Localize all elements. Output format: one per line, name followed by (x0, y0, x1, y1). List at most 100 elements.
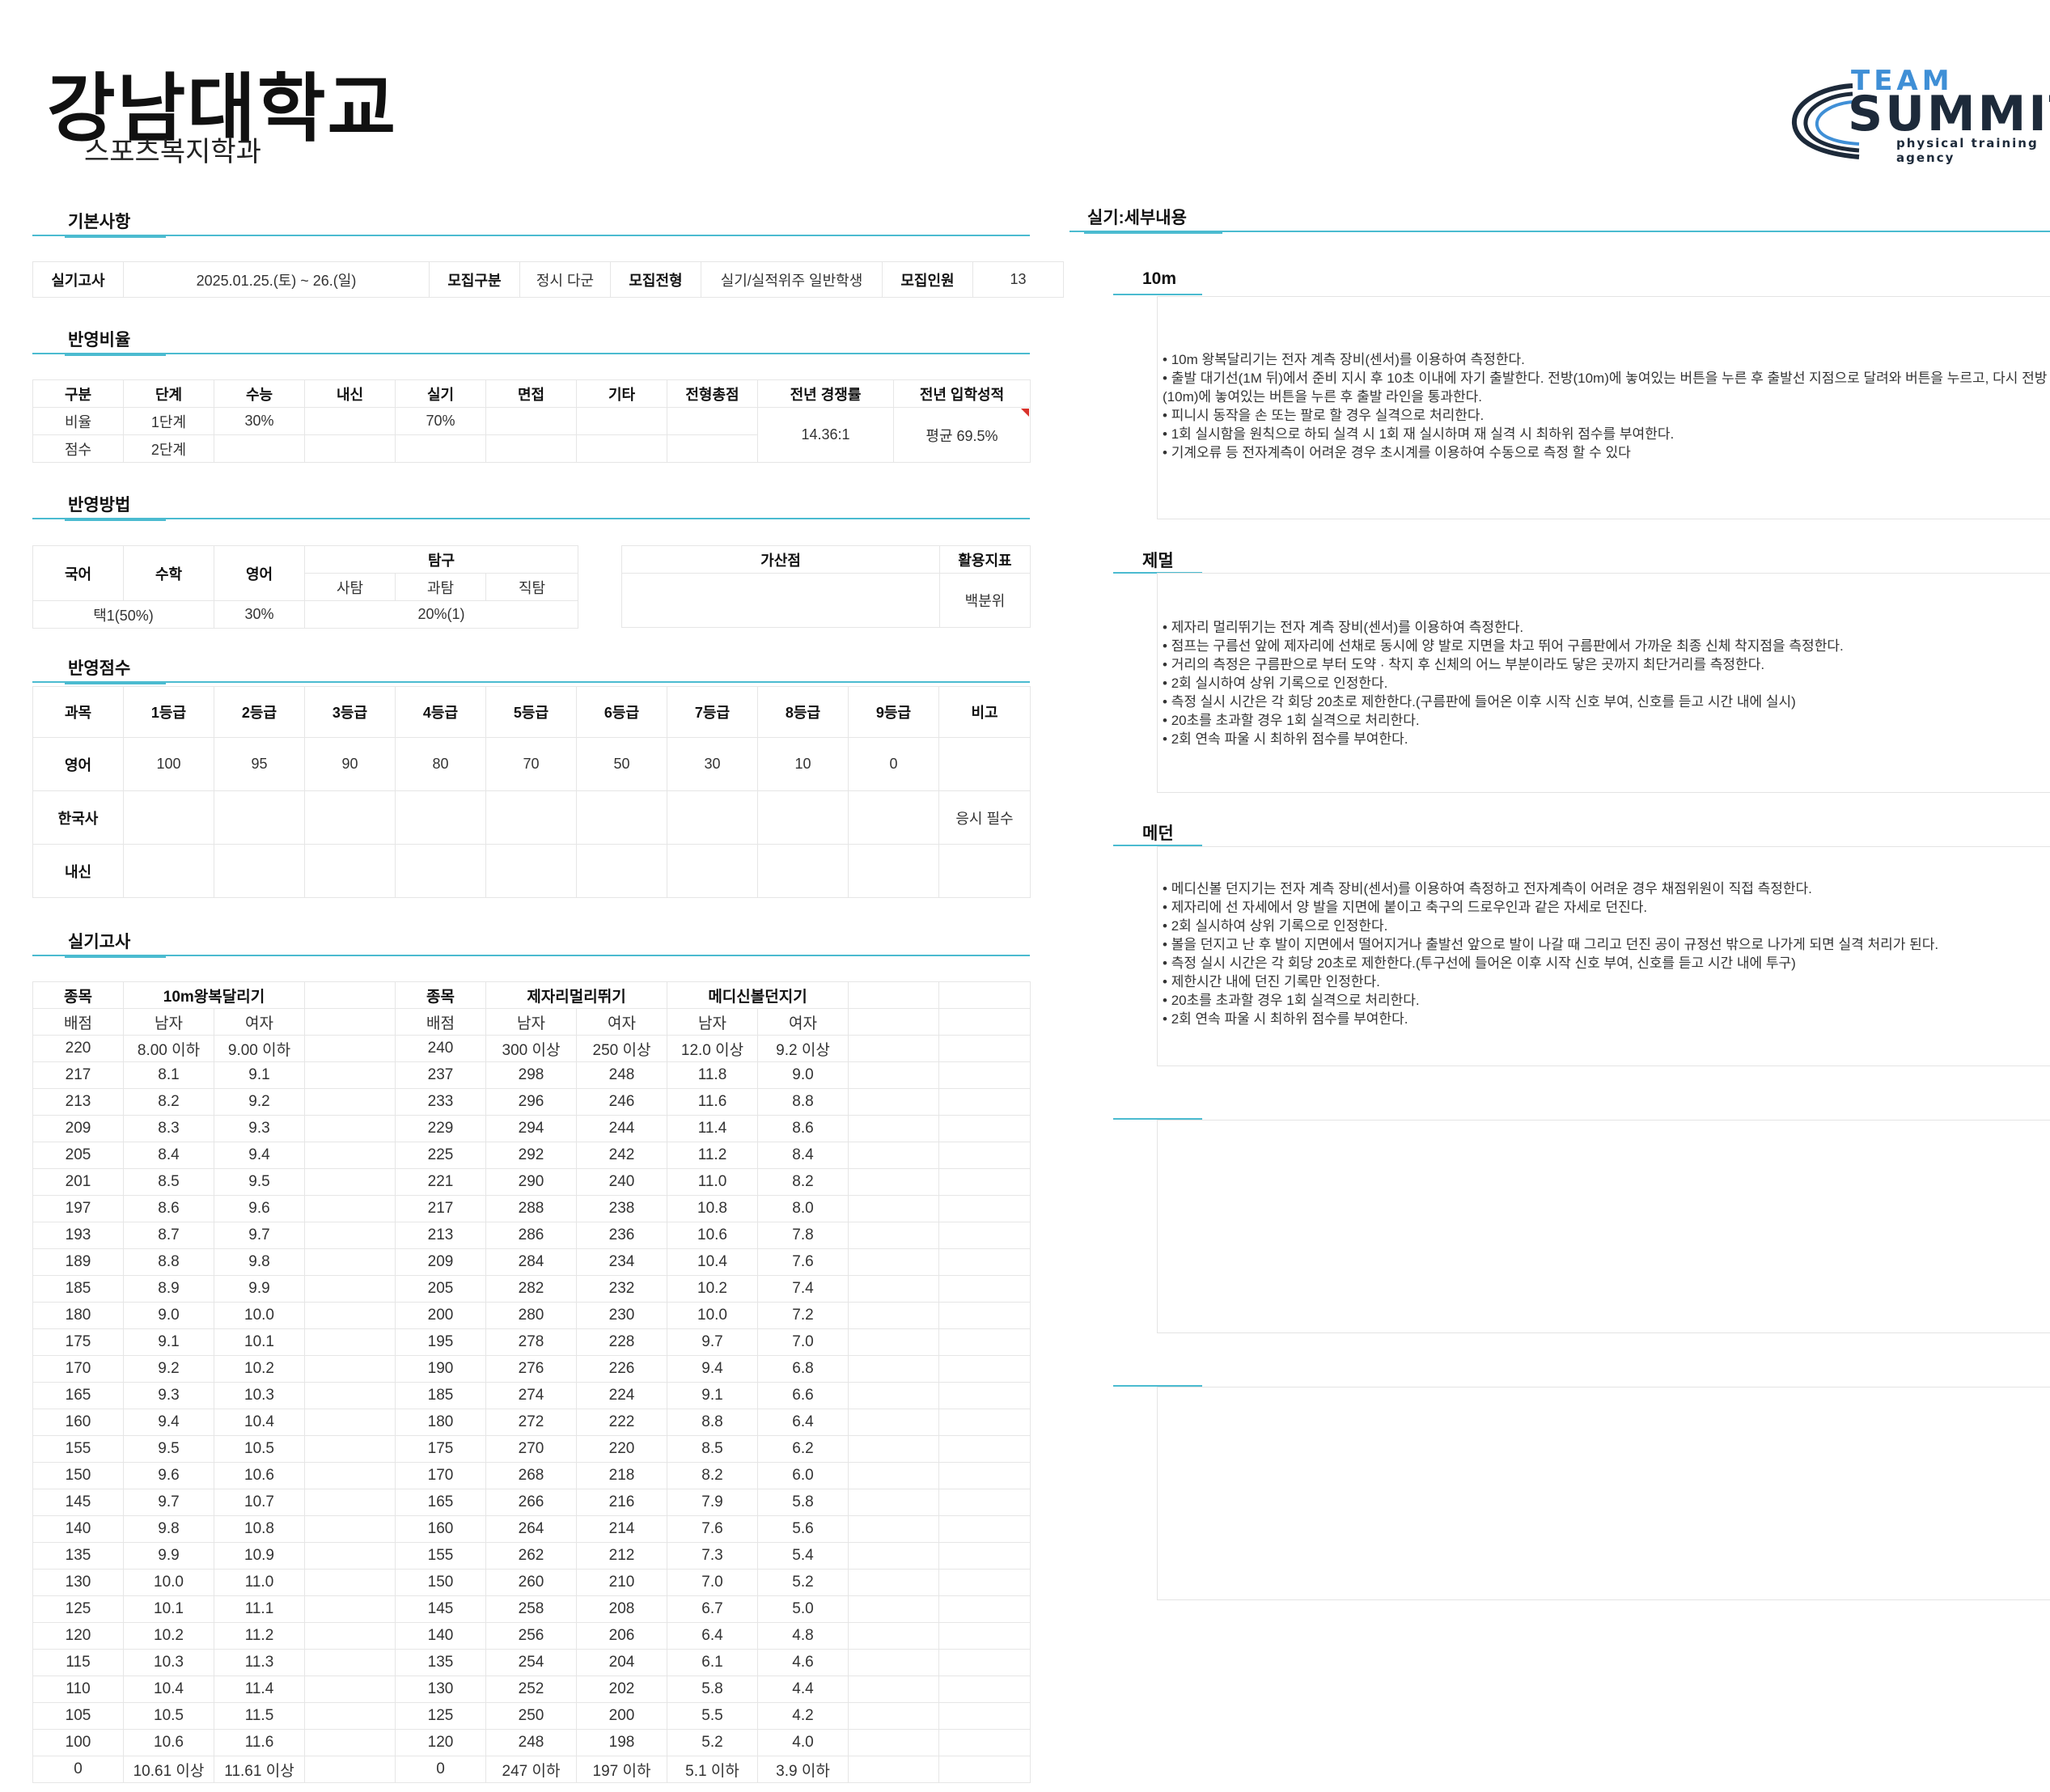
detail-10m-title: 10m (1142, 269, 1177, 288)
practical-cell: 9.1 (214, 1061, 305, 1089)
male-label: 남자 (485, 1008, 577, 1036)
practical-cell: 290 (485, 1168, 577, 1196)
empty-cell (848, 1142, 939, 1169)
practical-cell: 4.2 (757, 1702, 849, 1730)
empty-cell (938, 1302, 1031, 1329)
comment-marker-icon (1021, 409, 1029, 417)
practical-cell: 140 (395, 1622, 486, 1650)
practical-cell: 165 (395, 1489, 486, 1516)
bonus-label: 가산점 (621, 545, 940, 574)
practical-cell: 5.2 (667, 1729, 758, 1756)
practical-cell: 8.9 (123, 1275, 214, 1303)
practical-cell: 6.6 (757, 1382, 849, 1409)
empty-cell (938, 1756, 1031, 1783)
table-row: 140 9.8 10.8 160 264 214 7.6 5.6 (32, 1515, 1031, 1543)
practical-cell: 9.6 (214, 1195, 305, 1222)
section-method-title: 반영방법 (64, 492, 167, 521)
ratio-header: 실기 (395, 379, 486, 408)
grade-header: 4등급 (395, 686, 486, 738)
practical-cell: 252 (485, 1675, 577, 1703)
practical-cell: 8.6 (757, 1115, 849, 1142)
table-row: 155 9.5 10.5 175 270 220 8.5 6.2 (32, 1435, 1031, 1463)
empty-cell (938, 1168, 1031, 1196)
practical-cell: 160 (395, 1515, 486, 1543)
practical-cell: 256 (485, 1622, 577, 1650)
empty-cell (848, 1409, 939, 1436)
empty-cell (938, 981, 1031, 1009)
empty-cell (848, 1275, 939, 1303)
ratio-cell (485, 407, 577, 435)
empty-cell (938, 1008, 1031, 1036)
practical-cell: 10.6 (214, 1462, 305, 1489)
practical-cell: 155 (32, 1435, 124, 1463)
practical-cell: 7.2 (757, 1302, 849, 1329)
detail-line: 제자리에 선 자세에서 양 발을 지면에 붙이고 축구의 드로우인과 같은 자세… (1163, 898, 2050, 917)
section-method: 반영방법 (32, 492, 1030, 521)
practical-cell: 10.61 이상 (123, 1756, 214, 1783)
empty-cell (304, 1008, 396, 1036)
category-value: 정시 다군 (519, 261, 611, 298)
practical-cell: 145 (395, 1595, 486, 1623)
practical-cell: 6.0 (757, 1462, 849, 1489)
detail-line: 제자리 멀리뛰기는 전자 계측 장비(센서)를 이용하여 측정한다. (1163, 618, 2050, 637)
table-row: 130 10.0 11.0 150 260 210 7.0 5.2 (32, 1569, 1031, 1596)
event-label: 종목 (32, 981, 124, 1009)
grade-header: 5등급 (485, 686, 577, 738)
practical-cell: 4.8 (757, 1622, 849, 1650)
practical-cell: 5.8 (757, 1489, 849, 1516)
practical-cell: 248 (485, 1729, 577, 1756)
table-row: 193 8.7 9.7 213 286 236 10.6 7.8 (32, 1222, 1031, 1249)
practical-cell: 195 (395, 1328, 486, 1356)
practical-cell: 8.4 (757, 1142, 849, 1169)
practical-cell: 10.8 (667, 1195, 758, 1222)
practical-cell: 262 (485, 1542, 577, 1570)
practical-cell: 288 (485, 1195, 577, 1222)
practical-cell: 236 (576, 1222, 667, 1249)
practical-cell: 208 (576, 1595, 667, 1623)
empty-cell (304, 1195, 396, 1222)
section-detail-title: 실기:세부내용 (1084, 205, 1222, 234)
practical-cell: 296 (485, 1088, 577, 1116)
ratio-cell (667, 407, 758, 435)
ratio-cell: 2단계 (123, 434, 214, 463)
practical-cell: 185 (32, 1275, 124, 1303)
empty-cell (938, 1355, 1031, 1383)
table-row: 197 8.6 9.6 217 288 238 10.8 8.0 (32, 1195, 1031, 1222)
empty-cell (304, 1569, 396, 1596)
practical-cell: 225 (395, 1142, 486, 1169)
empty-cell (848, 1675, 939, 1703)
empty-cell (938, 1035, 1031, 1062)
type-value: 실기/실적위주 일반학생 (701, 261, 883, 298)
grade-header: 2등급 (214, 686, 305, 738)
ratio-cell (667, 434, 758, 463)
practical-cell: 8.1 (123, 1061, 214, 1089)
practical-cell: 7.8 (757, 1222, 849, 1249)
practical-cell: 11.6 (214, 1729, 305, 1756)
empty-cell (304, 1595, 396, 1623)
english-value: 30% (214, 600, 305, 629)
practical-cell: 9.5 (214, 1168, 305, 1196)
practical-cell: 7.0 (757, 1328, 849, 1356)
grade-cell: 0 (848, 737, 939, 791)
score-label: 배점 (32, 1008, 124, 1036)
category-label: 모집구분 (429, 261, 520, 298)
practical-cell: 170 (32, 1355, 124, 1383)
practical-cell: 300 이상 (485, 1035, 577, 1062)
practical-cell: 10.0 (214, 1302, 305, 1329)
empty-cell (304, 981, 396, 1009)
practical-cell: 10.2 (214, 1355, 305, 1383)
grade-cell: 응시 필수 (938, 790, 1031, 845)
practical-cell: 233 (395, 1088, 486, 1116)
section-ratio: 반영비율 (32, 327, 1030, 356)
event3-name: 메디신볼던지기 (667, 981, 849, 1009)
table-row: 205 8.4 9.4 225 292 242 11.2 8.4 (32, 1142, 1031, 1169)
practical-cell: 274 (485, 1382, 577, 1409)
practical-cell: 217 (32, 1061, 124, 1089)
practical-cell: 10.1 (214, 1328, 305, 1356)
practical-cell: 234 (576, 1248, 667, 1276)
grade-cell: 70 (485, 737, 577, 791)
table-row: 100 10.6 11.6 120 248 198 5.2 4.0 (32, 1729, 1031, 1756)
practical-cell: 10.3 (123, 1649, 214, 1676)
logo-tagline: physical training agency (1896, 136, 2039, 165)
detail-line: 기계오류 등 전자계측이 어려운 경우 초시계를 이용하여 수동으로 측정 할 … (1163, 443, 2050, 462)
